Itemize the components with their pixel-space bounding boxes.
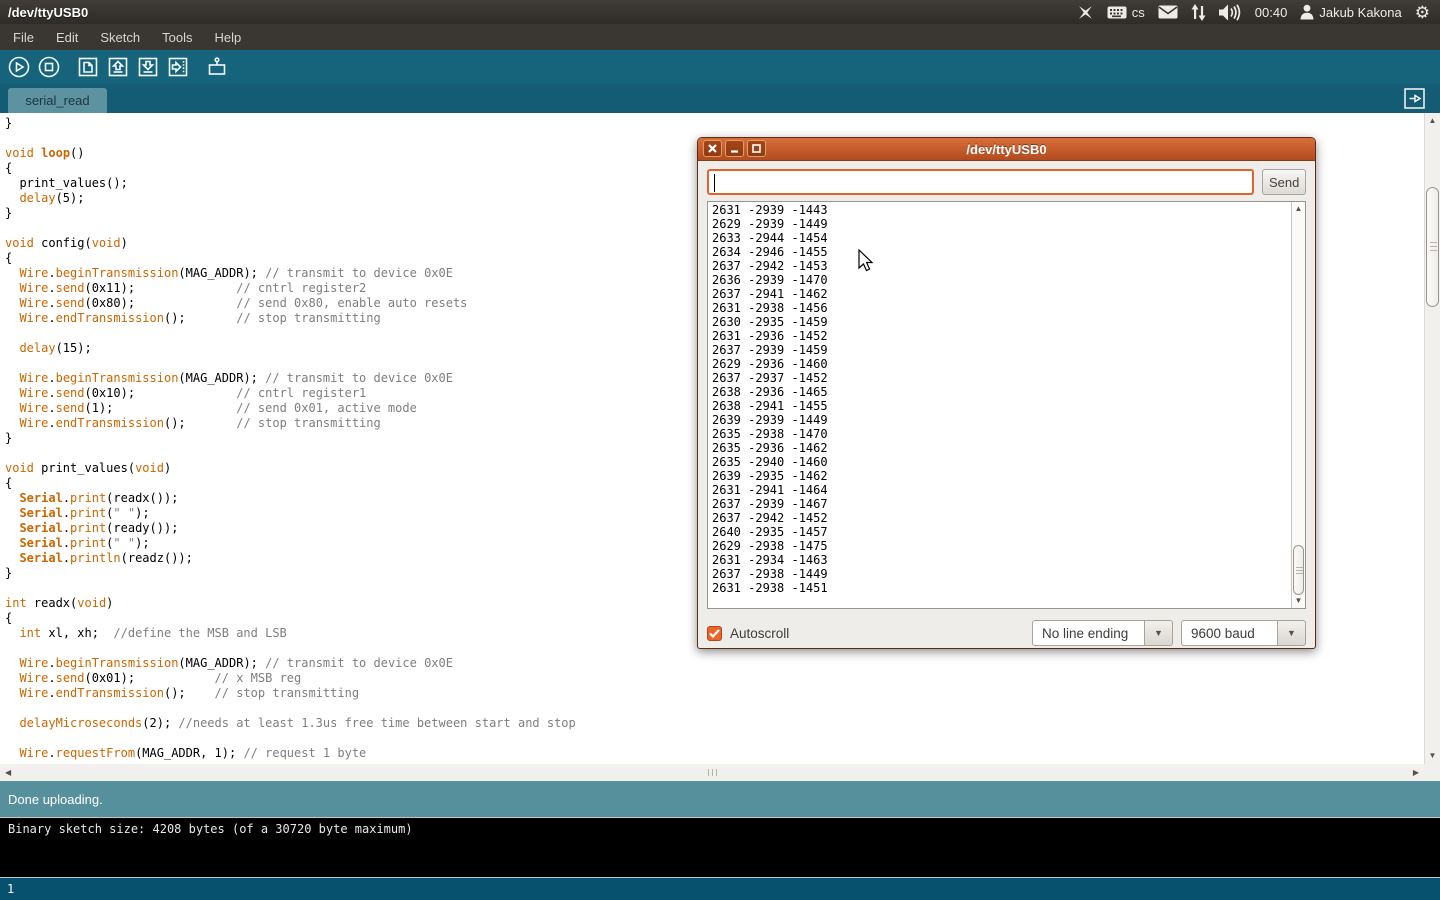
- volume-icon[interactable]: [1219, 4, 1242, 21]
- serial-input[interactable]: [707, 169, 1254, 195]
- serial-monitor-window: /dev/ttyUSB0 Send 2631 -2939 -1443 2629 …: [697, 137, 1316, 649]
- editor-vscroll-thumb[interactable]: [1426, 187, 1439, 307]
- close-icon: [708, 144, 717, 153]
- username-label: Jakub Kakona: [1319, 5, 1401, 20]
- menu-file[interactable]: File: [2, 26, 45, 49]
- maximize-icon: [752, 144, 761, 153]
- upload-button[interactable]: [164, 54, 191, 81]
- system-tray: cs 00:40 Jakub Kakona ⚙: [1077, 4, 1440, 21]
- indicator-x-icon[interactable]: [1077, 4, 1094, 21]
- clock-label: 00:40: [1255, 5, 1288, 20]
- status-bar: Done uploading.: [0, 781, 1440, 817]
- editor-vertical-scrollbar[interactable]: ▲ ▼: [1424, 113, 1440, 764]
- window-title: /dev/ttyUSB0: [0, 5, 88, 20]
- code-lines: }void loop(){ print_values(); delay(5);}…: [5, 116, 576, 761]
- new-sketch-button[interactable]: [74, 54, 101, 81]
- serial-output: 2631 -2939 -1443 2629 -2939 -1449 2633 -…: [708, 202, 1305, 595]
- tab-strip: serial_read: [0, 84, 1440, 113]
- scroll-down-arrow-icon[interactable]: ▼: [1425, 751, 1440, 761]
- autoscroll-checkbox[interactable]: [707, 626, 722, 641]
- user-menu[interactable]: Jakub Kakona: [1300, 4, 1401, 20]
- tab-label: serial_read: [25, 93, 89, 108]
- user-icon: [1300, 4, 1314, 20]
- serial-scroll-down-icon[interactable]: ▼: [1292, 596, 1305, 606]
- menu-help[interactable]: Help: [203, 26, 252, 49]
- mouse-cursor: [858, 249, 874, 277]
- keyboard-indicator[interactable]: cs: [1107, 5, 1145, 20]
- status-message: Done uploading.: [8, 792, 103, 807]
- console-text: Binary sketch size: 4208 bytes (of a 307…: [8, 822, 413, 836]
- keyboard-layout-label: cs: [1132, 5, 1145, 20]
- baud-rate-select[interactable]: 9600 baud ▼: [1181, 620, 1306, 646]
- tab-serial-read[interactable]: serial_read: [8, 88, 107, 113]
- serial-input-row: Send: [707, 169, 1306, 195]
- serial-scrollbar[interactable]: ▲ ▼: [1291, 202, 1305, 608]
- save-button[interactable]: [134, 54, 161, 81]
- editor-horizontal-scrollbar[interactable]: ◀ ▶: [0, 764, 1424, 781]
- window-controls: [703, 140, 766, 157]
- check-icon: [709, 629, 720, 638]
- serial-output-area[interactable]: 2631 -2939 -1443 2629 -2939 -1449 2633 -…: [707, 201, 1306, 609]
- serial-bottom-row: Autoscroll No line ending ▼ 9600 baud ▼: [698, 609, 1315, 646]
- serial-scroll-thumb[interactable]: [1293, 545, 1304, 595]
- sync-arrows-icon[interactable]: [1191, 4, 1206, 21]
- clock[interactable]: 00:40: [1255, 5, 1288, 20]
- verify-button[interactable]: [5, 54, 32, 81]
- scroll-right-arrow-icon[interactable]: ▶: [1413, 764, 1419, 781]
- line-number-strip: 1: [0, 878, 1440, 900]
- stop-button[interactable]: [35, 54, 62, 81]
- line-number: 1: [7, 882, 14, 896]
- menu-sketch[interactable]: Sketch: [89, 26, 151, 49]
- tab-menu-button[interactable]: [1404, 88, 1425, 109]
- open-button[interactable]: [104, 54, 131, 81]
- chevron-down-icon[interactable]: ▼: [1277, 620, 1306, 646]
- minimize-button[interactable]: [725, 140, 744, 157]
- menubar: File Edit Sketch Tools Help: [0, 24, 1440, 50]
- scroll-up-arrow-icon[interactable]: ▲: [1425, 116, 1440, 126]
- screen: /dev/ttyUSB0 cs 00:40 Jaku: [0, 0, 1440, 900]
- minimize-icon: [730, 144, 739, 153]
- serial-window-titlebar[interactable]: /dev/ttyUSB0: [698, 138, 1315, 161]
- console-output: Binary sketch size: 4208 bytes (of a 307…: [0, 817, 1440, 878]
- mail-icon[interactable]: [1158, 5, 1178, 19]
- text-caret: [714, 174, 715, 192]
- maximize-button[interactable]: [747, 140, 766, 157]
- close-button[interactable]: [703, 140, 722, 157]
- keyboard-icon: [1107, 6, 1127, 19]
- baud-rate-value: 9600 baud: [1181, 620, 1277, 646]
- menu-tools[interactable]: Tools: [151, 26, 203, 49]
- serial-monitor-button[interactable]: [203, 54, 230, 81]
- serial-scroll-up-icon[interactable]: ▲: [1292, 204, 1305, 214]
- top-panel: /dev/ttyUSB0 cs 00:40 Jaku: [0, 0, 1440, 24]
- chevron-down-icon[interactable]: ▼: [1144, 620, 1173, 646]
- autoscroll-label: Autoscroll: [730, 626, 789, 641]
- line-ending-value: No line ending: [1032, 620, 1144, 646]
- line-ending-select[interactable]: No line ending ▼: [1032, 620, 1173, 646]
- serial-window-title: /dev/ttyUSB0: [698, 138, 1315, 161]
- send-button[interactable]: Send: [1262, 169, 1306, 195]
- scroll-left-arrow-icon[interactable]: ◀: [5, 764, 11, 781]
- gear-icon[interactable]: ⚙: [1415, 4, 1430, 21]
- menu-edit[interactable]: Edit: [45, 26, 89, 49]
- scrollbar-corner: [1424, 764, 1440, 781]
- toolbar: [0, 50, 1440, 84]
